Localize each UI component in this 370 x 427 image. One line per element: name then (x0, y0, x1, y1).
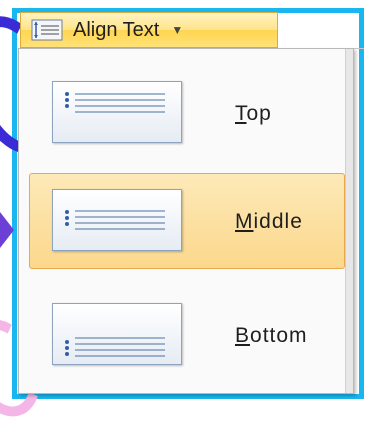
align-bottom-icon (52, 303, 182, 365)
background-triangle-shape (0, 212, 14, 248)
menu-item-middle[interactable]: Middle (29, 173, 345, 269)
align-text-menu: Top Middle Bottom (18, 48, 354, 394)
menu-item-bottom-label: Bottom (235, 324, 308, 347)
menu-item-middle-label: Middle (235, 210, 303, 233)
align-middle-icon (52, 189, 182, 251)
align-text-label: Align Text (73, 18, 160, 41)
menu-item-top-label: Top (235, 102, 272, 125)
align-text-button[interactable]: Align Text ▼ (20, 12, 278, 48)
menu-scrollbar[interactable] (345, 49, 353, 393)
menu-item-top[interactable]: Top (29, 65, 345, 161)
dropdown-arrow-icon[interactable]: ▼ (171, 23, 183, 37)
align-top-icon (52, 81, 182, 143)
align-text-icon (31, 19, 63, 41)
menu-item-bottom[interactable]: Bottom (29, 287, 345, 383)
